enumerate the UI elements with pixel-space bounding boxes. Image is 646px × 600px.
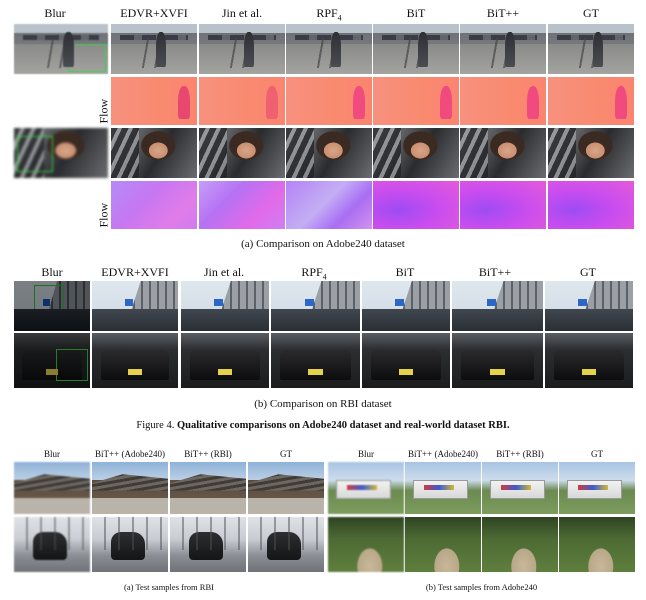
edvr-truck-image: [92, 333, 178, 388]
gt-face-image: [548, 128, 634, 178]
br-rbi-bus: [482, 462, 558, 514]
header-jin-rbi: Jin et al.: [203, 265, 245, 279]
caption-test-adobe240: (b) Test samples from Adobe240: [425, 582, 538, 592]
bl-gt-car: [248, 517, 324, 572]
bl-gt-house: [248, 462, 324, 514]
rpf-face-image: [286, 128, 372, 178]
gt-building-image: [545, 281, 633, 331]
bitpp-truck-image: [452, 333, 543, 388]
flow-row-label-2: Flow: [96, 202, 111, 228]
bitpp-building-image: [452, 281, 543, 331]
gt-flow-map: [548, 77, 634, 125]
bl-header-blur: Blur: [43, 449, 60, 459]
br-adobe-bus: [405, 462, 481, 514]
bl-adobe-house: [92, 462, 168, 514]
header-blur: Blur: [44, 6, 66, 20]
bitpp-face-image: [460, 128, 546, 178]
bl-rbi-car: [170, 517, 246, 572]
bit-face-image: [373, 128, 459, 178]
bit-truck-image: [362, 333, 450, 388]
edvr-flow-map-2: [111, 181, 197, 229]
blur-truck-image: [14, 333, 90, 388]
br-blur-bus: [328, 462, 404, 514]
edvr-face-image: [111, 128, 197, 178]
gt-street-image: [548, 24, 634, 74]
jin-flow-map: [199, 77, 285, 125]
header-blur-rbi: Blur: [41, 265, 63, 279]
br-header-adobe: BiT++ (Adobe240): [408, 449, 478, 459]
header-edvr-xvfi: EDVR+XVFI: [120, 6, 188, 20]
zoom-box: [68, 44, 106, 72]
jin-truck-image: [181, 333, 269, 388]
bl-blur-car: [14, 517, 90, 572]
header-bit-rbi: BiT: [395, 265, 415, 279]
edvr-street-image: [111, 24, 197, 74]
header-bitpp-rbi: BiT++: [478, 265, 512, 279]
bl-adobe-car: [92, 517, 168, 572]
gt-flow-map-2: [548, 181, 634, 229]
rpf-building-image: [271, 281, 360, 331]
header-rpf-rbi: RPF4: [301, 265, 327, 282]
bit-street-image: [373, 24, 459, 74]
header-edvr-xvfi-rbi: EDVR+XVFI: [101, 265, 169, 279]
br-header-gt: GT: [591, 449, 603, 459]
header-bitpp: BiT++: [486, 6, 520, 20]
bitpp-flow-map-2: [460, 181, 546, 229]
br-adobe-path: [405, 517, 481, 572]
rpf-street-image: [286, 24, 372, 74]
gt-truck-image: [545, 333, 633, 388]
flow-row-label-1: Flow: [96, 98, 111, 124]
br-rbi-path: [482, 517, 558, 572]
figure-4-caption: Figure 4. Qualitative comparisons on Ado…: [136, 420, 510, 431]
br-blur-path: [328, 517, 404, 572]
header-rpf: RPF4: [316, 6, 342, 23]
bit-flow-map-2: [373, 181, 459, 229]
jin-face-image: [199, 128, 285, 178]
rpf-truck-image: [271, 333, 360, 388]
br-gt-bus: [559, 462, 635, 514]
zoom-box: [34, 285, 64, 325]
bit-building-image: [362, 281, 450, 331]
bitpp-flow-map: [460, 77, 546, 125]
caption-rbi: (b) Comparison on RBI dataset: [254, 398, 392, 410]
caption-test-rbi: (a) Test samples from RBI: [124, 582, 214, 592]
br-header-blur: Blur: [357, 449, 374, 459]
bl-rbi-house: [170, 462, 246, 514]
bitpp-street-image: [460, 24, 546, 74]
br-header-rbi: BiT++ (RBI): [496, 449, 544, 459]
bl-header-rbi: BiT++ (RBI): [184, 449, 232, 459]
blur-street-image: [14, 24, 108, 74]
blur-face-image: [14, 128, 108, 178]
jin-building-image: [181, 281, 269, 331]
edvr-building-image: [92, 281, 178, 331]
header-gt: GT: [583, 6, 599, 20]
zoom-box: [17, 136, 53, 172]
header-bit: BiT: [406, 6, 426, 20]
edvr-flow-map: [111, 77, 197, 125]
header-jin: Jin et al.: [221, 6, 263, 20]
zoom-box: [56, 349, 88, 381]
jin-street-image: [199, 24, 285, 74]
blur-building-image: [14, 281, 90, 331]
br-gt-path: [559, 517, 635, 572]
jin-flow-map-2: [199, 181, 285, 229]
bit-flow-map: [373, 77, 459, 125]
caption-adobe240: (a) Comparison on Adobe240 dataset: [241, 238, 405, 250]
bl-blur-house: [14, 462, 90, 514]
rpf-flow-map: [286, 77, 372, 125]
bl-header-adobe: BiT++ (Adobe240): [95, 449, 165, 459]
header-gt-rbi: GT: [580, 265, 596, 279]
bl-header-gt: GT: [280, 449, 292, 459]
rpf-flow-map-2: [286, 181, 372, 229]
